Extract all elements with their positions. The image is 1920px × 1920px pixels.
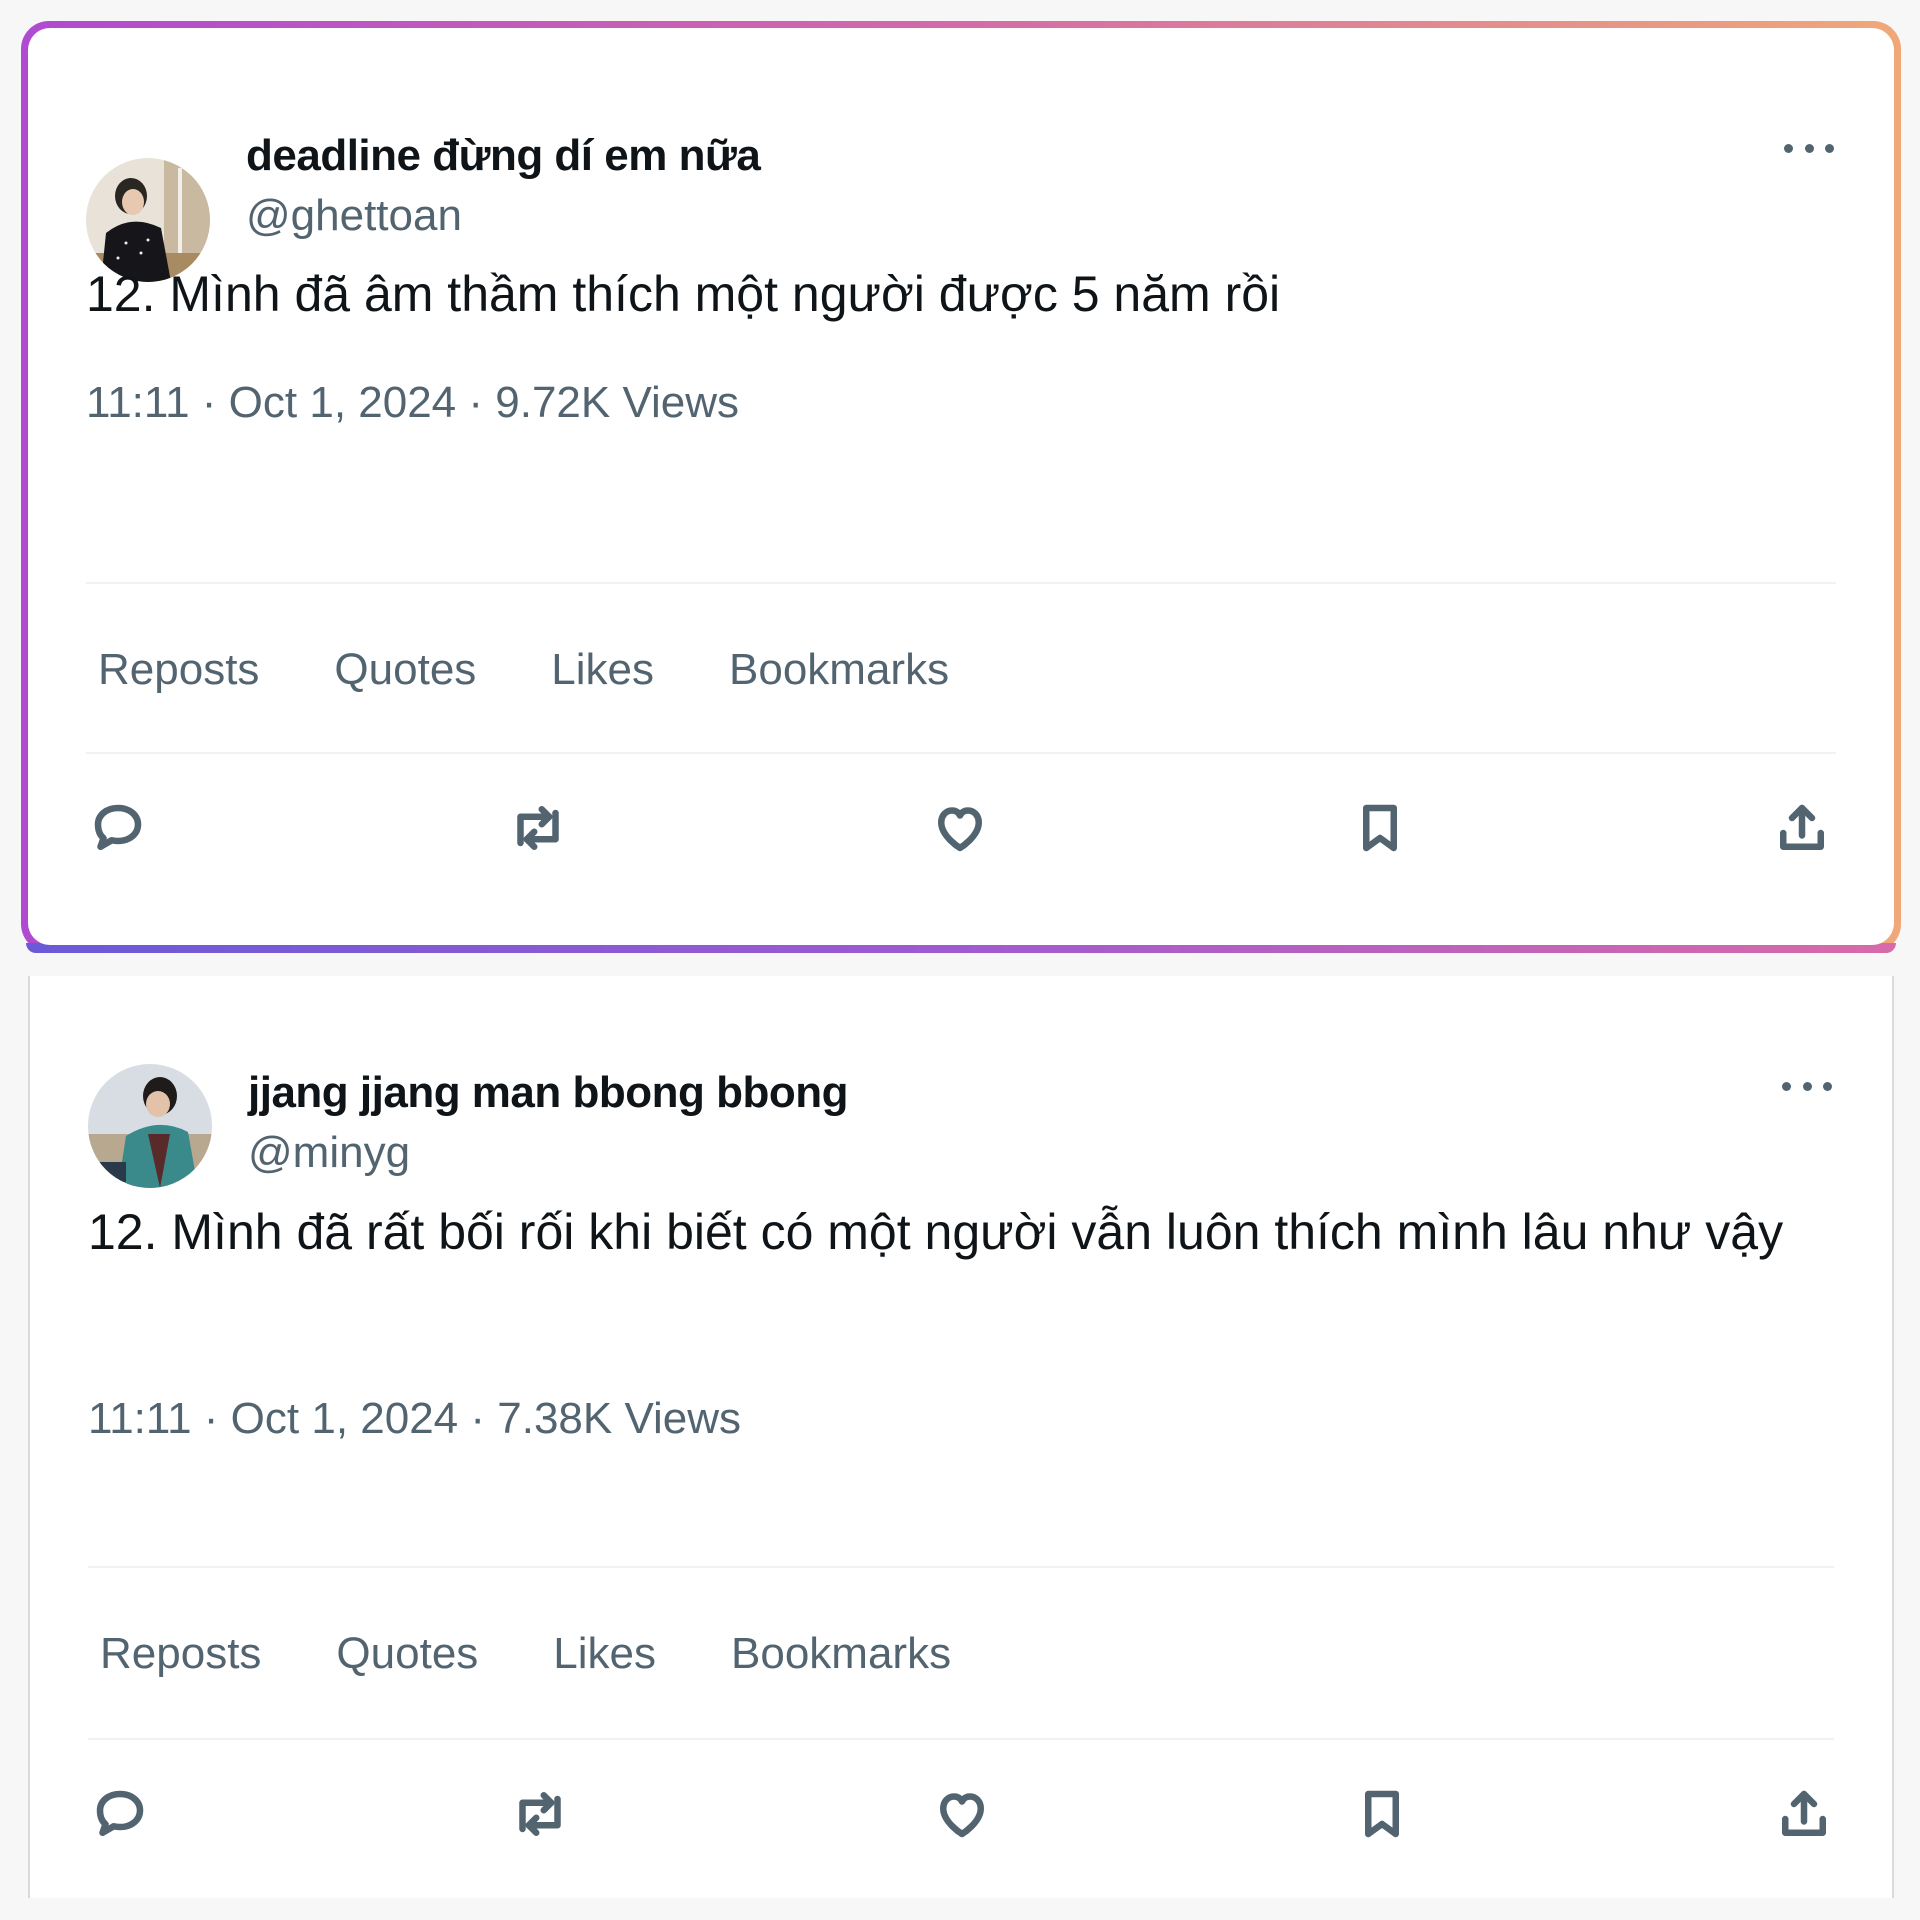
tweet-text: 12. Mình đã âm thầm thích một người được… xyxy=(86,266,1281,322)
tweet-card: jjang jjang man bbong bbong @minyg 12. M… xyxy=(28,976,1894,1898)
user-handle[interactable]: @ghettoan xyxy=(246,191,462,241)
stat-reposts[interactable]: Reposts xyxy=(100,1629,261,1679)
tweet-meta[interactable]: 11:11 · Oct 1, 2024 · 7.38K Views xyxy=(88,1394,741,1444)
divider xyxy=(88,1738,1834,1740)
divider xyxy=(88,1566,1834,1568)
bookmark-icon[interactable] xyxy=(1350,1782,1414,1846)
reply-icon[interactable] xyxy=(86,796,150,860)
stat-quotes[interactable]: Quotes xyxy=(334,645,476,695)
stats-row: Reposts Quotes Likes Bookmarks xyxy=(98,645,949,695)
share-icon[interactable] xyxy=(1770,796,1834,860)
bookmark-icon[interactable] xyxy=(1348,796,1412,860)
like-icon[interactable] xyxy=(928,796,992,860)
like-icon[interactable] xyxy=(930,1782,994,1846)
more-icon[interactable] xyxy=(1782,1076,1832,1096)
stats-row: Reposts Quotes Likes Bookmarks xyxy=(100,1629,951,1679)
stat-bookmarks[interactable]: Bookmarks xyxy=(729,645,949,695)
share-icon[interactable] xyxy=(1772,1782,1836,1846)
action-bar xyxy=(88,1782,1864,1846)
tweet-meta[interactable]: 11:11 · Oct 1, 2024 · 9.72K Views xyxy=(86,378,739,428)
user-handle[interactable]: @minyg xyxy=(248,1128,410,1178)
reply-icon[interactable] xyxy=(88,1782,152,1846)
repost-icon[interactable] xyxy=(508,1782,572,1846)
display-name[interactable]: deadline đừng dí em nữa xyxy=(246,131,761,181)
avatar[interactable] xyxy=(88,1064,212,1188)
more-icon[interactable] xyxy=(1784,138,1834,158)
stat-reposts[interactable]: Reposts xyxy=(98,645,259,695)
tweet-card: deadline đừng dí em nữa @ghettoan 12. Mì… xyxy=(21,21,1901,953)
stat-likes[interactable]: Likes xyxy=(551,645,654,695)
tweet-text: 12. Mình đã rất bối rối khi biết có một … xyxy=(88,1204,1784,1260)
display-name[interactable]: jjang jjang man bbong bbong xyxy=(248,1068,849,1118)
stat-quotes[interactable]: Quotes xyxy=(336,1629,478,1679)
stat-likes[interactable]: Likes xyxy=(553,1629,656,1679)
divider xyxy=(86,752,1836,754)
action-bar xyxy=(86,796,1862,860)
repost-icon[interactable] xyxy=(506,796,570,860)
divider xyxy=(86,582,1836,584)
stat-bookmarks[interactable]: Bookmarks xyxy=(731,1629,951,1679)
